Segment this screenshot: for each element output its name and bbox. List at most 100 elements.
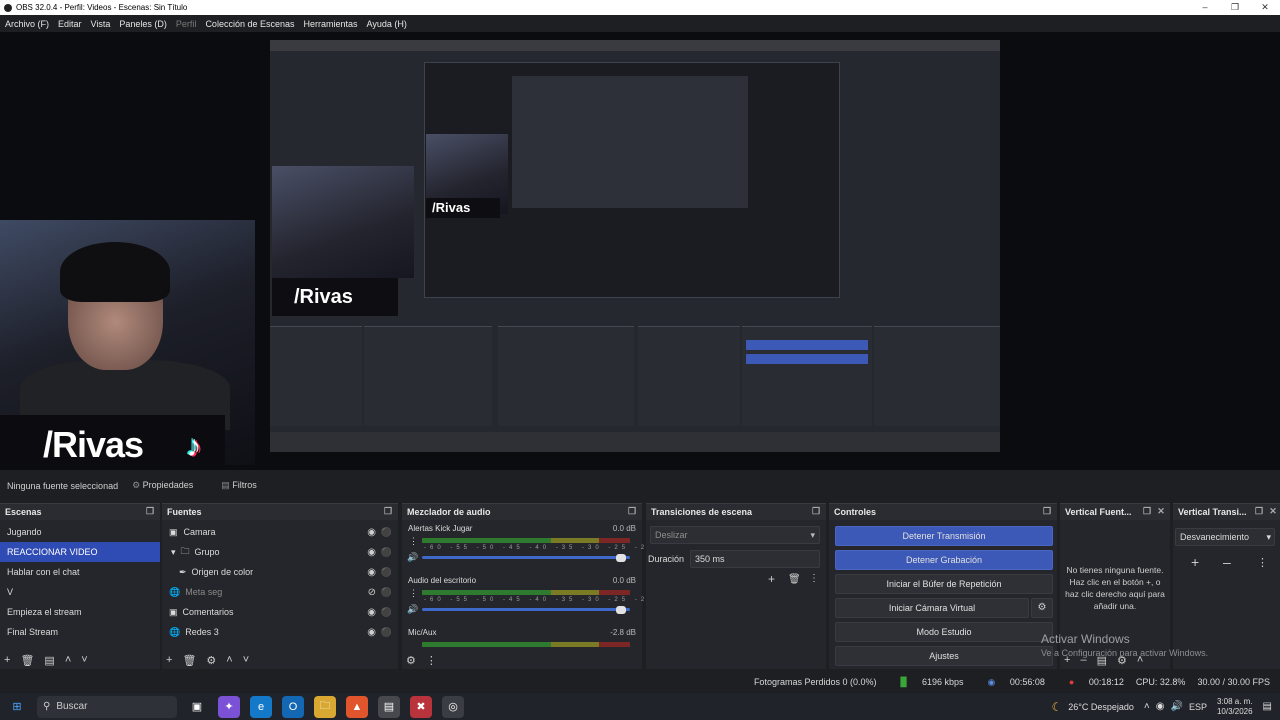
source-item[interactable]: ▣ Comentarios ◉ ⚫ (162, 602, 398, 622)
trash-icon[interactable]: 🗑 (788, 574, 801, 585)
remove-icon[interactable]: – (1223, 554, 1231, 570)
lock-icon[interactable]: ⚫ (381, 527, 392, 538)
chevron-down-icon[interactable]: ▾ (171, 547, 176, 558)
undock-icon[interactable]: ❐ (1254, 506, 1264, 516)
menu-paneles[interactable]: Paneles (D) (119, 19, 167, 29)
add-icon[interactable]: + (1191, 554, 1199, 570)
source-item[interactable]: ▣ Camara ◉ ⚫ (162, 522, 398, 542)
copilot-icon[interactable]: ✦ (218, 695, 240, 718)
menu-perfil[interactable]: Perfil (176, 19, 197, 29)
trash-icon[interactable]: 🗑 (182, 654, 196, 667)
vertical-transition-select[interactable]: Desvanecimiento ▾ (1175, 528, 1275, 546)
stop-stream-button[interactable]: Detener Transmisión (835, 526, 1053, 546)
volume-knob[interactable] (616, 606, 626, 614)
undock-icon[interactable]: ❐ (627, 506, 637, 516)
gear-icon[interactable]: ⚙ (206, 654, 216, 667)
close-button[interactable]: ✕ (1250, 0, 1280, 15)
kebab-icon[interactable]: ⋮ (426, 654, 437, 667)
volume-knob[interactable] (616, 554, 626, 562)
close-icon[interactable]: ✕ (1268, 506, 1278, 516)
clock[interactable]: 3:08 a. m. 10/3/2026 (1217, 697, 1253, 717)
volume-slider[interactable] (422, 608, 630, 611)
edge-icon[interactable]: e (250, 695, 272, 718)
down-icon[interactable]: ˅ (243, 654, 249, 666)
app-icon[interactable]: ✖ (410, 695, 432, 718)
volume-slider[interactable] (422, 556, 630, 559)
lock-icon[interactable]: ⚫ (381, 567, 392, 578)
language[interactable]: ESP (1189, 702, 1207, 712)
file-explorer-icon[interactable]: 🗀 (314, 695, 336, 718)
network-icon[interactable]: ◉ (1156, 701, 1165, 712)
source-item[interactable]: 🌐 Meta seg ⊘ ⚫ (162, 582, 398, 602)
kebab-icon[interactable]: ⋮ (1257, 556, 1268, 569)
kebab-icon[interactable]: ⋮ (409, 588, 418, 599)
undock-icon[interactable]: ❐ (1042, 506, 1052, 516)
replay-buffer-button[interactable]: Iniciar el Búfer de Repetición (835, 574, 1053, 594)
close-icon[interactable]: ✕ (1156, 506, 1166, 516)
lock-icon[interactable]: ⚫ (381, 607, 392, 618)
kebab-icon[interactable]: ⋮ (409, 536, 418, 547)
windows-start-icon[interactable]: ⊞ (6, 696, 28, 718)
menu-vista[interactable]: Vista (91, 19, 111, 29)
menu-herramientas[interactable]: Herramientas (304, 19, 358, 29)
store-icon[interactable]: ▤ (378, 695, 400, 718)
menu-ayuda[interactable]: Ayuda (H) (367, 19, 407, 29)
minimize-button[interactable]: – (1190, 0, 1220, 15)
lock-icon[interactable]: ⚫ (381, 547, 392, 558)
stop-recording-button[interactable]: Detener Grabación (835, 550, 1053, 570)
undock-icon[interactable]: ❐ (811, 506, 821, 516)
volume-icon[interactable]: 🔊 (1170, 701, 1182, 712)
settings-button[interactable]: Ajustes (835, 646, 1053, 666)
scene-item[interactable]: Empieza el stream (0, 602, 160, 622)
menu-editar[interactable]: Editar (58, 19, 82, 29)
eye-icon[interactable]: ◉ (367, 627, 376, 638)
add-icon[interactable]: + (4, 654, 10, 666)
task-view-icon[interactable]: ▣ (186, 696, 208, 718)
add-icon[interactable]: + (768, 572, 775, 586)
preview-canvas[interactable]: /Rivas /Rivas (270, 40, 1000, 452)
brave-icon[interactable]: ▲ (346, 695, 368, 718)
maximize-button[interactable]: ❐ (1220, 0, 1250, 15)
lock-icon[interactable]: ⚫ (381, 627, 392, 638)
undock-icon[interactable]: ❐ (1142, 506, 1152, 516)
down-icon[interactable]: ˅ (81, 654, 87, 666)
duration-spinbox[interactable]: 350 ms (690, 550, 820, 568)
webcam-source[interactable]: /Rivas ♪ (0, 220, 255, 465)
taskbar-search[interactable]: ⚲ Buscar (37, 695, 177, 718)
obs-taskbar-icon[interactable]: ◎ (442, 695, 464, 718)
source-item[interactable]: ▾ 🗀 Grupo ◉ ⚫ (162, 542, 398, 562)
transition-select[interactable]: Deslizar ▾ (650, 526, 820, 544)
notification-icon[interactable]: ▤ (1263, 701, 1272, 712)
virtual-camera-button[interactable]: Iniciar Cámara Virtual (835, 598, 1029, 618)
source-item[interactable]: 🌐 Redes 3 ◉ ⚫ (162, 622, 398, 642)
outlook-icon[interactable]: O (282, 695, 304, 718)
up-icon[interactable]: ˄ (65, 654, 71, 666)
eye-icon[interactable]: ◉ (367, 547, 376, 558)
scene-item[interactable]: Jugando (0, 522, 160, 542)
scene-item-selected[interactable]: REACCIONAR VIDEO (0, 542, 160, 562)
source-item[interactable]: ✒ Origen de color ◉ ⚫ (162, 562, 398, 582)
speaker-icon[interactable]: 🔊 (407, 604, 418, 615)
eye-icon[interactable]: ◉ (367, 567, 376, 578)
scene-item[interactable]: V (0, 582, 160, 602)
eye-icon[interactable]: ◉ (367, 607, 376, 618)
undock-icon[interactable]: ❐ (383, 506, 393, 516)
eye-hidden-icon[interactable]: ⊘ (368, 587, 376, 598)
add-icon[interactable]: + (166, 654, 172, 666)
scene-item[interactable]: Hablar con el chat (0, 562, 160, 582)
eye-icon[interactable]: ◉ (367, 527, 376, 538)
speaker-icon[interactable]: 🔊 (407, 552, 418, 563)
studio-mode-button[interactable]: Modo Estudio (835, 622, 1053, 642)
undock-icon[interactable]: ❐ (145, 506, 155, 516)
kebab-icon[interactable]: ⋮ (809, 573, 819, 584)
trash-icon[interactable]: 🗑 (20, 654, 34, 667)
menu-archivo[interactable]: Archivo (F) (5, 19, 49, 29)
filter-icon[interactable]: ▤ (44, 654, 54, 667)
gear-icon[interactable]: ⚙ (1031, 598, 1053, 618)
properties-button[interactable]: ⚙ Propiedades (132, 480, 207, 491)
filters-button[interactable]: ▤ Filtros (221, 480, 271, 491)
scene-item[interactable]: Final Stream (0, 622, 160, 642)
chevron-up-icon[interactable]: ˄ (1144, 701, 1150, 712)
lock-icon[interactable]: ⚫ (381, 587, 392, 598)
menu-coleccion[interactable]: Colección de Escenas (205, 19, 294, 29)
